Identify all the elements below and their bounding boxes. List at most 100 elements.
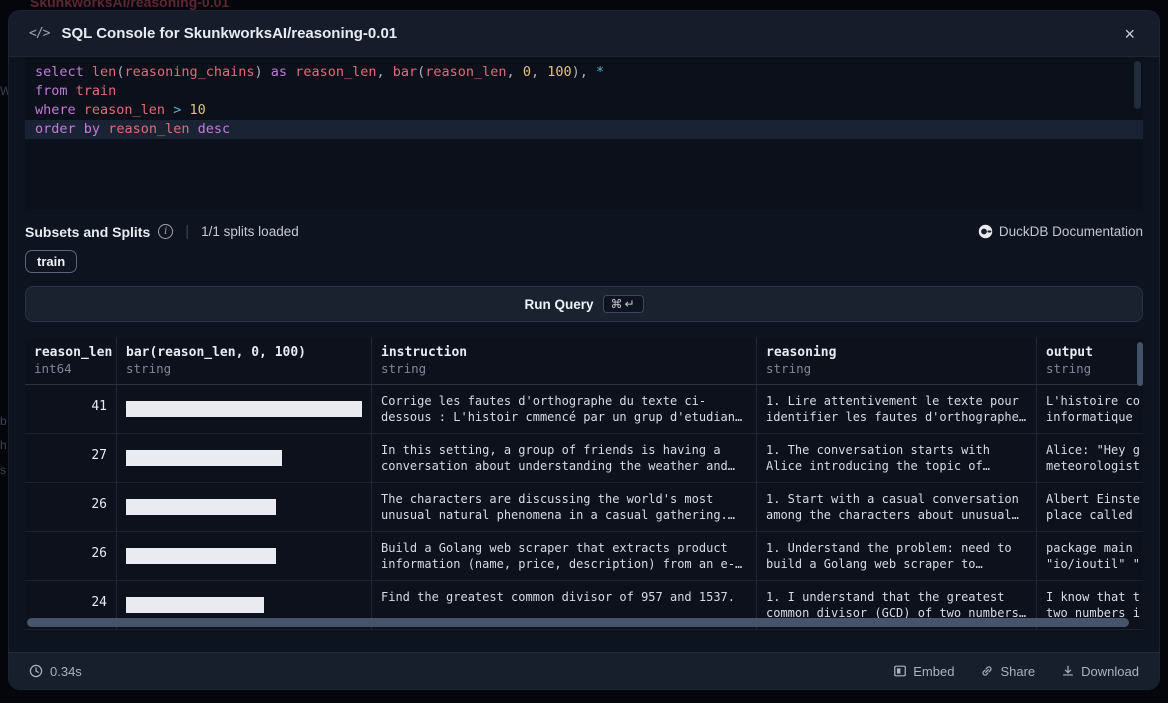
cell-output: L'histoire coinformatique	[1036, 385, 1143, 433]
download-icon	[1061, 664, 1075, 678]
cell-text-line: Albert Einste	[1046, 491, 1134, 507]
duckdb-documentation-label: DuckDB Documentation	[999, 224, 1143, 239]
share-button[interactable]: Share	[980, 664, 1035, 679]
cell-output: package main "io/ioutil" "	[1036, 532, 1143, 580]
table-horizontal-scrollbar[interactable]	[27, 618, 1129, 627]
sql-line: select len(reasoning_chains) as reason_l…	[25, 63, 1143, 82]
cell-text-line: Corrige les fautes d'orthographe du text…	[381, 393, 747, 409]
splits-chip-row: train	[25, 250, 1143, 273]
table-header-row: reason_lenint64bar(reason_len, 0, 100)st…	[25, 338, 1143, 385]
download-button[interactable]: Download	[1061, 664, 1139, 679]
cell-bar	[116, 532, 371, 580]
cell-instruction: Corrige les fautes d'orthographe du text…	[371, 385, 756, 433]
clock-icon	[29, 664, 43, 678]
bar-visualization	[126, 499, 276, 515]
cell-output: Alice: "Hey gmeteorologist	[1036, 434, 1143, 482]
modal-title: SQL Console for SkunkworksAI/reasoning-0…	[61, 25, 1120, 42]
cell-reasoning: 1. Understand the problem: need tobuild …	[756, 532, 1036, 580]
cell-text-line: Alice introducing the topic of…	[766, 458, 1027, 474]
embed-label: Embed	[913, 664, 954, 679]
cell-bar	[116, 483, 371, 531]
query-duration-value: 0.34s	[50, 664, 82, 679]
cell-text-line: informatique	[1046, 409, 1134, 425]
results-table: reason_lenint64bar(reason_len, 0, 100)st…	[25, 338, 1143, 633]
table-vertical-scrollbar[interactable]	[1137, 342, 1143, 386]
modal-footer: 0.34s Embed Share Download	[9, 652, 1159, 689]
duckdb-documentation-link[interactable]: DuckDB Documentation	[978, 224, 1143, 239]
cell-text-line: I know that t	[1046, 589, 1134, 605]
cell-text-line: L'histoire co	[1046, 393, 1134, 409]
sql-console-modal: </> SQL Console for SkunkworksAI/reasoni…	[8, 10, 1160, 690]
cell-text-line: place called	[1046, 507, 1134, 523]
embed-icon	[893, 664, 907, 678]
close-icon[interactable]: ×	[1120, 21, 1139, 47]
cell-reason-len: 41	[25, 385, 116, 433]
cell-text-line: 1. The conversation starts with	[766, 442, 1027, 458]
background-text-fragment: h	[0, 438, 7, 452]
cell-text-line: "io/ioutil" "	[1046, 556, 1134, 572]
column-header-reasoning: reasoningstring	[756, 338, 1036, 384]
bar-visualization	[126, 597, 264, 613]
column-header-instruction: instructionstring	[371, 338, 756, 384]
info-icon[interactable]: i	[158, 224, 173, 239]
cell-text-line: conversation about understanding the wea…	[381, 458, 747, 474]
cell-reason-len: 27	[25, 434, 116, 482]
sql-line: order by reason_len desc	[25, 120, 1143, 139]
cell-text-line: Find the greatest common divisor of 957 …	[381, 589, 747, 605]
cell-text-line: unusual natural phenomena in a casual ga…	[381, 507, 747, 523]
cell-text-line: build a Golang web scraper to…	[766, 556, 1027, 572]
run-query-button[interactable]: Run Query ⌘↵	[25, 286, 1143, 322]
cell-text-line: The characters are discussing the world'…	[381, 491, 747, 507]
cell-reason-len: 26	[25, 483, 116, 531]
link-icon	[980, 664, 994, 678]
divider: |	[185, 223, 189, 240]
cell-bar	[116, 385, 371, 433]
cell-text-line: information (name, price, description) f…	[381, 556, 747, 572]
column-header-reason-len: reason_lenint64	[25, 338, 116, 384]
cell-text-line: Build a Golang web scraper that extracts…	[381, 540, 747, 556]
background-text-fragment: s	[0, 463, 6, 477]
cell-text-line: 1. I understand that the greatest	[766, 589, 1027, 605]
cell-text-line: dessous : L'histoir cmmencé par un grup …	[381, 409, 747, 425]
sql-line: where reason_len > 10	[25, 101, 1143, 120]
cell-text-line: Alice: "Hey g	[1046, 442, 1134, 458]
split-chip-train[interactable]: train	[25, 250, 77, 273]
duckdb-logo-icon	[978, 224, 993, 239]
cell-instruction: The characters are discussing the world'…	[371, 483, 756, 531]
table-row: 26 The characters are discussing the wor…	[25, 483, 1143, 532]
bar-visualization	[126, 548, 276, 564]
sql-editor[interactable]: select len(reasoning_chains) as reason_l…	[25, 57, 1143, 209]
subsets-splits-label: Subsets and Splits	[25, 224, 150, 240]
code-icon: </>	[29, 26, 49, 41]
modal-titlebar: </> SQL Console for SkunkworksAI/reasoni…	[9, 11, 1159, 57]
table-row: 27 In this setting, a group of friends i…	[25, 434, 1143, 483]
bar-visualization	[126, 450, 282, 466]
cell-bar	[116, 434, 371, 482]
table-row: 26 Build a Golang web scraper that extra…	[25, 532, 1143, 581]
sql-line: from train	[25, 82, 1143, 101]
cell-text-line: 1. Start with a casual conversation	[766, 491, 1027, 507]
bar-visualization	[126, 401, 362, 417]
column-header-bar-reason-len-0-100-: bar(reason_len, 0, 100)string	[116, 338, 371, 384]
embed-button[interactable]: Embed	[893, 664, 954, 679]
share-label: Share	[1000, 664, 1035, 679]
run-query-label: Run Query	[524, 297, 593, 312]
cell-text-line: 1. Understand the problem: need to	[766, 540, 1027, 556]
subsets-meta-row: Subsets and Splits i | 1/1 splits loaded…	[25, 223, 1143, 240]
editor-scrollbar[interactable]	[1134, 61, 1141, 109]
cell-reasoning: 1. Start with a casual conversationamong…	[756, 483, 1036, 531]
table-row: 41 Corrige les fautes d'orthographe du t…	[25, 385, 1143, 434]
cell-reasoning: 1. Lire attentivement le texte pourident…	[756, 385, 1036, 433]
cell-text-line: 1. Lire attentivement le texte pour	[766, 393, 1027, 409]
splits-loaded-status: 1/1 splits loaded	[201, 224, 299, 239]
cell-instruction: In this setting, a group of friends is h…	[371, 434, 756, 482]
download-label: Download	[1081, 664, 1139, 679]
cell-instruction: Build a Golang web scraper that extracts…	[371, 532, 756, 580]
cell-text-line: identifier les fautes d'orthographe…	[766, 409, 1027, 425]
cell-text-line: package main	[1046, 540, 1134, 556]
cell-text-line: meteorologist	[1046, 458, 1134, 474]
cell-text-line: among the characters about unusual…	[766, 507, 1027, 523]
cell-text-line: In this setting, a group of friends is h…	[381, 442, 747, 458]
background-text-fragment: b	[0, 414, 7, 428]
cell-reason-len: 26	[25, 532, 116, 580]
